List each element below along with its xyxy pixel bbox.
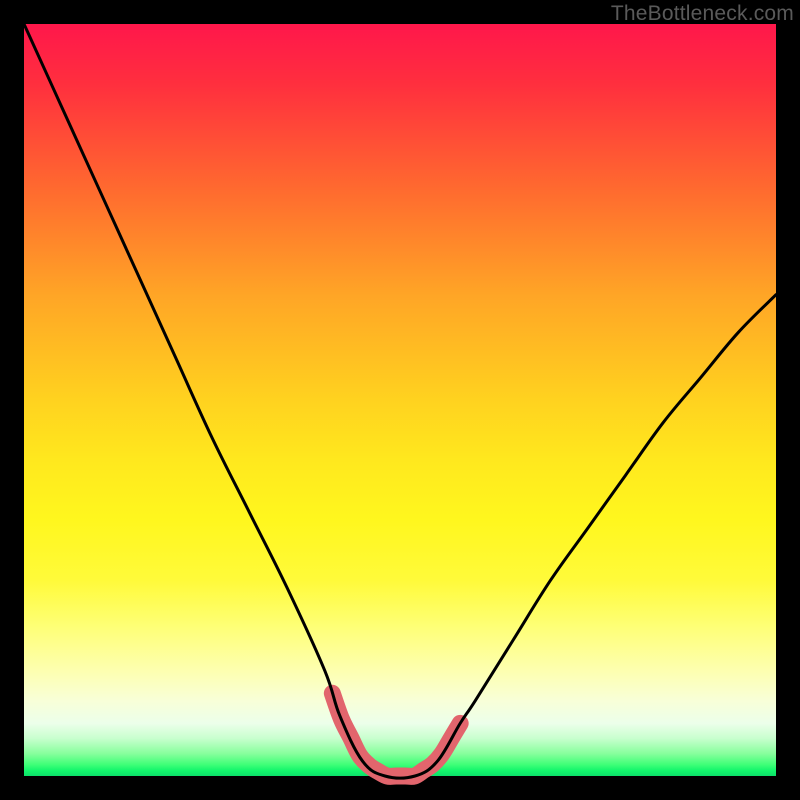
chart-svg bbox=[24, 24, 776, 776]
chart-frame: TheBottleneck.com bbox=[0, 0, 800, 800]
highlight-segment bbox=[332, 693, 460, 776]
bottleneck-curve bbox=[24, 24, 776, 778]
watermark-text: TheBottleneck.com bbox=[611, 2, 794, 26]
plot-area bbox=[24, 24, 776, 776]
